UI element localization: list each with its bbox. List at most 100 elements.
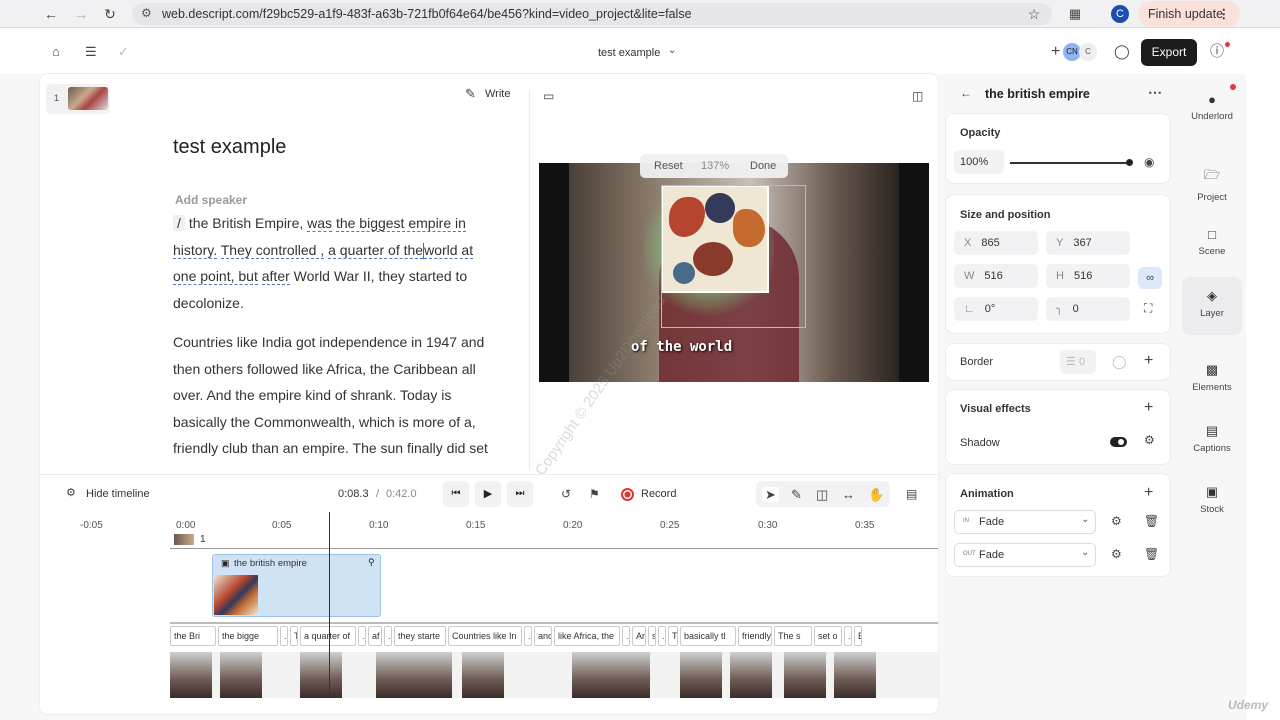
word-segment[interactable]: To <box>668 626 678 646</box>
width-field[interactable]: W 516 <box>954 264 1038 288</box>
corner-radius-field[interactable]: ╮ 0 <box>1046 297 1130 321</box>
rail-item-underlord[interactable]: ● Underlord <box>1182 92 1242 122</box>
word-segment[interactable]: ... <box>280 626 288 646</box>
word-segment[interactable]: and <box>534 626 552 646</box>
word-segment[interactable]: the bigge <box>218 626 278 646</box>
border-color-icon[interactable]: ◯ <box>1112 355 1127 368</box>
collaborator-avatar[interactable]: C <box>1079 43 1097 61</box>
selection-bounds[interactable] <box>661 185 806 328</box>
opacity-slider[interactable] <box>1010 159 1133 166</box>
bookmark-icon[interactable]: ⚑ <box>589 488 600 500</box>
rail-item-project[interactable]: 🗁 Project <box>1182 166 1242 203</box>
animation-in-settings-icon[interactable]: ⚙ <box>1111 515 1122 527</box>
opacity-field[interactable]: 100% <box>954 150 1004 174</box>
record-button[interactable]: Record <box>641 488 676 500</box>
project-title[interactable]: test example <box>598 47 660 59</box>
word-segment[interactable]: ... <box>622 626 630 646</box>
word-segment[interactable]: a quarter of <box>300 626 356 646</box>
layer-clip[interactable]: ▣ the british empire ⚲ <box>212 554 381 617</box>
kebab-menu-icon[interactable]: ⋮ <box>1218 1 1231 27</box>
reload-icon[interactable]: ↻ <box>101 5 119 23</box>
word-segment[interactable]: s <box>648 626 656 646</box>
extensions-icon[interactable]: ▦ <box>1066 5 1084 23</box>
scene-track-thumbnail[interactable] <box>174 534 194 545</box>
timeline-layout-icon[interactable]: ▤ <box>906 488 917 500</box>
draw-tool-icon[interactable]: ✎ <box>791 488 802 501</box>
add-border-icon[interactable]: + <box>1144 353 1153 369</box>
video-track[interactable] <box>170 652 938 698</box>
word-segment[interactable]: af <box>368 626 382 646</box>
select-tool-icon[interactable]: ➤ <box>762 487 779 502</box>
back-arrow-icon[interactable]: ← <box>960 87 972 99</box>
caption-text[interactable]: of the world <box>631 339 732 355</box>
aspect-ratio-icon[interactable]: ▭ <box>543 90 554 102</box>
animation-in-select[interactable]: IN Fade ⌄ <box>954 510 1096 534</box>
animation-out-settings-icon[interactable]: ⚙ <box>1111 548 1122 560</box>
help-icon[interactable]: ⓘ <box>1210 44 1224 58</box>
finish-update-button[interactable]: Finish update ⋮ <box>1138 1 1240 27</box>
more-options-icon[interactable]: ⋯ <box>1148 85 1162 99</box>
rail-item-captions[interactable]: ▤ Captions <box>1182 423 1242 454</box>
fullscreen-icon[interactable]: ⛶ <box>1144 302 1152 314</box>
word-segment[interactable]: T <box>290 626 298 646</box>
skip-back-button[interactable]: ⏮ <box>443 481 469 507</box>
opacity-slider-handle[interactable] <box>1126 159 1133 166</box>
site-settings-icon[interactable]: ⚙ <box>141 6 152 20</box>
done-button[interactable]: Done <box>750 160 776 172</box>
trash-icon[interactable]: 🗑 <box>1144 548 1159 560</box>
rail-item-stock[interactable]: ▣ Stock <box>1182 484 1242 515</box>
layout-toggle-icon[interactable]: ◫ <box>912 90 923 102</box>
profile-avatar[interactable]: C <box>1111 5 1129 23</box>
eye-icon[interactable]: ◉ <box>1144 156 1154 168</box>
add-collaborator-icon[interactable]: + <box>1051 44 1060 60</box>
word-track[interactable]: the Brithe bigge...Ta quarter of...af...… <box>170 626 938 646</box>
add-effect-icon[interactable]: + <box>1144 400 1153 416</box>
border-width-field[interactable]: ☰ 0 <box>1060 350 1096 374</box>
shadow-settings-icon[interactable]: ⚙ <box>1144 434 1155 446</box>
word-segment[interactable]: the Bri <box>170 626 216 646</box>
playhead[interactable] <box>329 512 330 698</box>
rail-item-elements[interactable]: ▩ Elements <box>1182 362 1242 393</box>
back-icon[interactable]: ← <box>42 5 60 23</box>
script-paragraph[interactable]: Countries like India got independence in… <box>173 329 493 470</box>
trash-icon[interactable]: 🗑 <box>1144 515 1159 527</box>
menu-icon[interactable]: ☰ <box>85 45 97 58</box>
x-field[interactable]: X 865 <box>954 231 1038 255</box>
video-preview[interactable]: of the world <box>539 163 929 382</box>
comments-icon[interactable]: ◯ <box>1114 44 1130 58</box>
search-icon[interactable]: ⚲ <box>368 557 375 568</box>
word-segment[interactable]: friendly <box>738 626 772 646</box>
add-animation-icon[interactable]: + <box>1144 485 1153 501</box>
word-segment[interactable]: ... <box>524 626 532 646</box>
animation-out-select[interactable]: OUT Fade ⌄ <box>954 543 1096 567</box>
y-field[interactable]: Y 367 <box>1046 231 1130 255</box>
height-field[interactable]: H 516 <box>1046 264 1130 288</box>
skip-forward-button[interactable]: ⏭ <box>507 481 533 507</box>
rail-item-scene[interactable]: □ Scene <box>1182 227 1242 257</box>
word-segment[interactable]: ... <box>658 626 666 646</box>
link-icon[interactable]: ∞ <box>1138 267 1162 289</box>
loop-icon[interactable]: ↺ <box>561 488 571 500</box>
play-button[interactable]: ▶ <box>475 481 501 507</box>
reset-button[interactable]: Reset <box>654 160 683 172</box>
word-segment[interactable]: ... <box>358 626 366 646</box>
chevron-down-icon[interactable]: ⌄ <box>668 46 676 56</box>
split-tool-icon[interactable]: ◫ <box>816 488 828 501</box>
hand-tool-icon[interactable]: ✋ <box>868 488 884 501</box>
rotation-field[interactable]: ∟ 0° <box>954 297 1038 321</box>
scene-marker[interactable]: / <box>173 215 185 231</box>
word-segment[interactable]: set o <box>814 626 842 646</box>
address-bar[interactable]: ⚙ web.descript.com/f29bc529-a1f9-483f-a6… <box>132 3 1052 25</box>
word-segment[interactable]: like Africa, the <box>554 626 620 646</box>
rail-item-layer[interactable]: ◈ Layer <box>1182 277 1242 335</box>
forward-icon[interactable]: → <box>72 5 90 23</box>
bookmark-star-icon[interactable]: ☆ <box>1025 5 1043 23</box>
write-button[interactable]: Write <box>485 88 510 100</box>
home-icon[interactable]: ⌂ <box>52 45 60 58</box>
add-speaker-button[interactable]: Add speaker <box>175 193 247 207</box>
hide-timeline-icon[interactable]: ⚙ <box>66 488 76 499</box>
word-segment[interactable]: An <box>632 626 646 646</box>
word-segment[interactable]: ... <box>844 626 852 646</box>
export-button[interactable]: Export <box>1141 39 1197 66</box>
document-title[interactable]: test example <box>173 136 286 159</box>
